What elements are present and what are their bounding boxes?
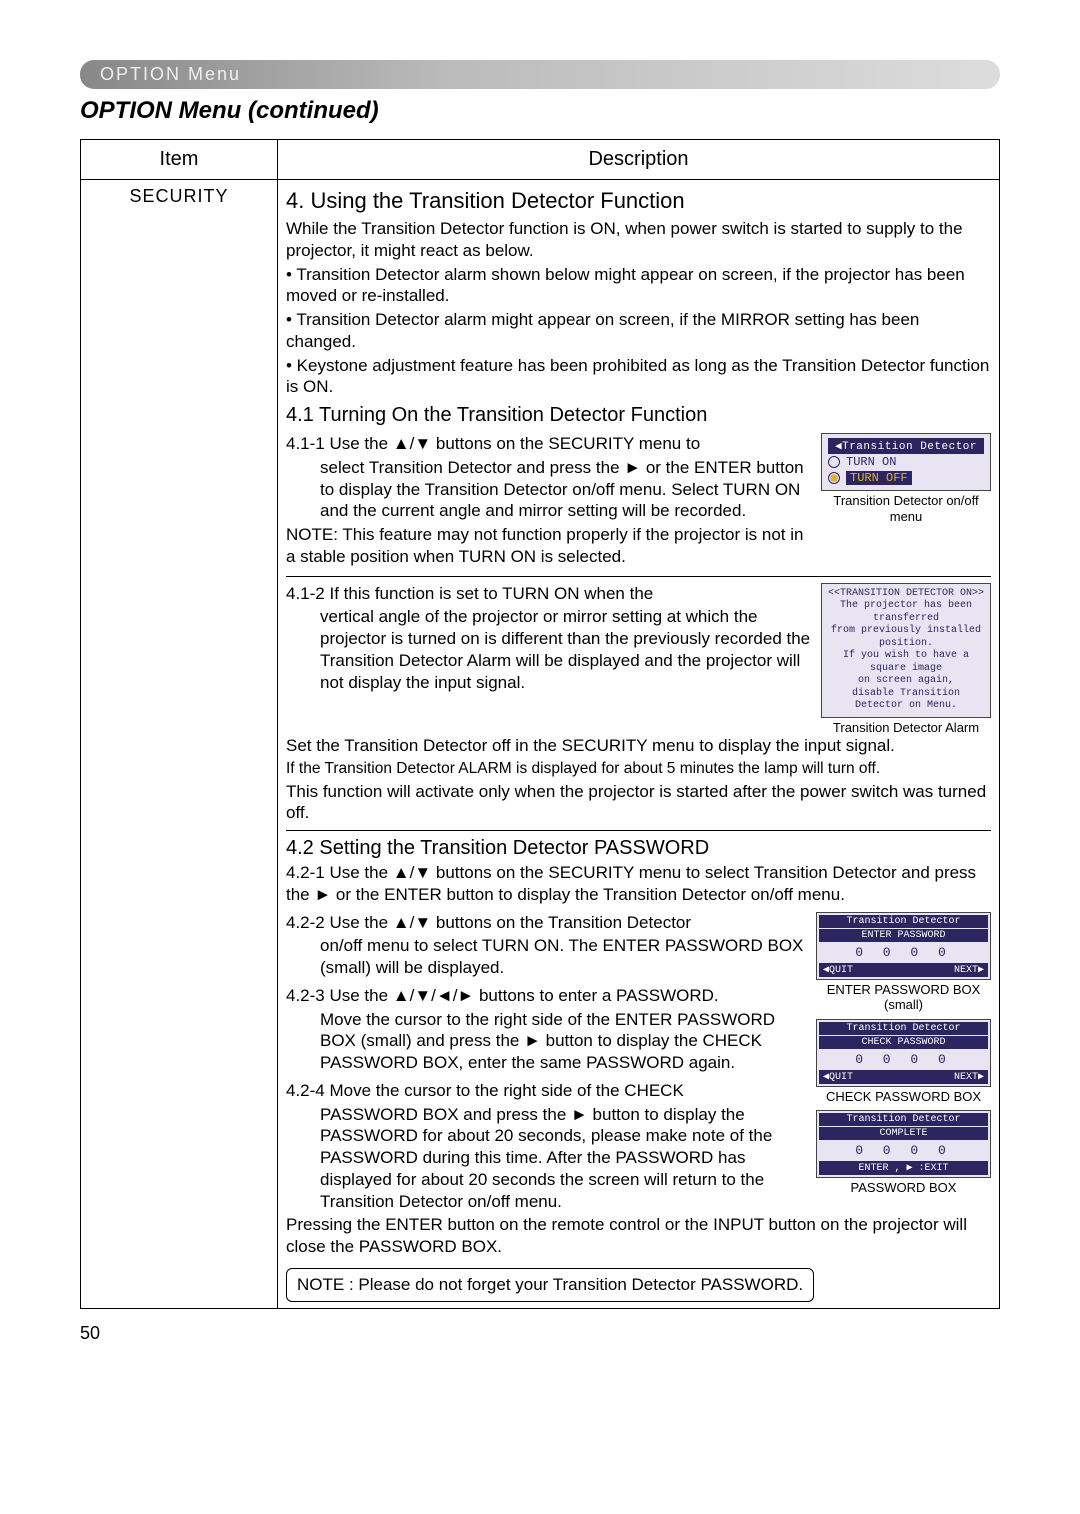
col-item-header: Item [81,140,278,180]
text: on/off menu to select TURN ON. The ENTER… [320,935,806,979]
text: While the Transition Detector function i… [286,218,991,262]
text: 4.2-2 Use the ▲/▼ buttons on the Transit… [286,912,806,934]
description-cell: 4. Using the Transition Detector Functio… [278,180,1000,1309]
fig-caption: ENTER PASSWORD BOX (small) [816,982,991,1013]
fig-sub: ENTER PASSWORD [819,929,988,942]
exit-label: ENTER , ▶ :EXIT [819,1161,988,1175]
text: select Transition Detector and press the… [320,457,811,522]
text: 4.1-2 If this function is set to TURN ON… [286,583,811,605]
option-table: Item Description SECURITY 4. Using the T… [80,139,1000,1309]
section-title: OPTION Menu (continued) [80,97,1000,125]
alarm-line: The projector has been transferred [826,600,986,625]
heading-4-1: 4.1 Turning On the Transition Detector F… [286,404,991,427]
digits: 0 0 0 0 [819,1140,988,1161]
check-password-box: Transition Detector CHECK PASSWORD 0 0 0… [816,1019,991,1087]
fig-sub: CHECK PASSWORD [819,1036,988,1049]
quit-label: QUIT [823,1071,853,1083]
text: vertical angle of the projector or mirro… [320,606,811,693]
alarm-hdr: <<TRANSITION DETECTOR ON>> [826,588,986,601]
digits: 0 0 0 0 [819,942,988,963]
col-desc-header: Description [278,140,1000,180]
fig-header: Transition Detector [819,915,988,928]
note-box: NOTE : Please do not forget your Transit… [286,1268,814,1302]
alarm-line: If you wish to have a square image [826,650,986,675]
figure-onoff-menu: ◀Transition Detector TURN ON TURN OFF Tr… [821,433,991,524]
text: Move the cursor to the right side of the… [320,1009,806,1074]
text: 4.1-1 Use the ▲/▼ buttons on the SECURIT… [286,433,811,455]
text: Set the Transition Detector off in the S… [286,735,991,757]
next-label: NEXT [954,1071,984,1083]
text: This function will activate only when th… [286,781,991,825]
figure-alarm: <<TRANSITION DETECTOR ON>> The projector… [821,583,991,736]
alarm-line: disable Transition Detector on Menu. [826,688,986,713]
text: 4.2-3 Use the ▲/▼/◄/► buttons to enter a… [286,985,806,1007]
password-complete-box: Transition Detector COMPLETE 0 0 0 0 ENT… [816,1110,991,1178]
next-label: NEXT [954,964,984,976]
fig-header: ◀Transition Detector [828,438,984,454]
fig-caption: Transition Detector on/off menu [821,493,991,524]
text: • Transition Detector alarm shown below … [286,264,991,308]
quit-label: QUIT [823,964,853,976]
text: Pressing the ENTER button on the remote … [286,1214,991,1258]
fig-caption: Transition Detector Alarm [821,720,991,736]
enter-password-box: Transition Detector ENTER PASSWORD 0 0 0… [816,912,991,980]
opt-turn-off: TURN OFF [846,471,912,485]
heading-4-2: 4.2 Setting the Transition Detector PASS… [286,837,991,860]
fig-sub: COMPLETE [819,1127,988,1140]
text: 4.2-1 Use the ▲/▼ buttons on the SECURIT… [286,862,991,906]
text: 4.2-4 Move the cursor to the right side … [286,1080,806,1102]
digits: 0 0 0 0 [819,1049,988,1070]
opt-turn-on: TURN ON [846,455,896,469]
page-number: 50 [80,1323,1000,1344]
text: If the Transition Detector ALARM is disp… [286,759,991,779]
text: • Transition Detector alarm might appear… [286,309,991,353]
text: NOTE: This feature may not function prop… [286,524,811,568]
item-security: SECURITY [81,180,278,1309]
alarm-line: on screen again, [826,675,986,688]
alarm-line: from previously installed position. [826,625,986,650]
breadcrumb: OPTION Menu [80,60,1000,89]
figure-password-column: Transition Detector ENTER PASSWORD 0 0 0… [816,912,991,1196]
fig-caption: CHECK PASSWORD BOX [816,1089,991,1105]
text: PASSWORD BOX and press the ► button to d… [320,1104,806,1213]
heading-4: 4. Using the Transition Detector Functio… [286,188,991,214]
fig-header: Transition Detector [819,1113,988,1126]
fig-header: Transition Detector [819,1022,988,1035]
fig-caption: PASSWORD BOX [816,1180,991,1196]
text: • Keystone adjustment feature has been p… [286,355,991,399]
